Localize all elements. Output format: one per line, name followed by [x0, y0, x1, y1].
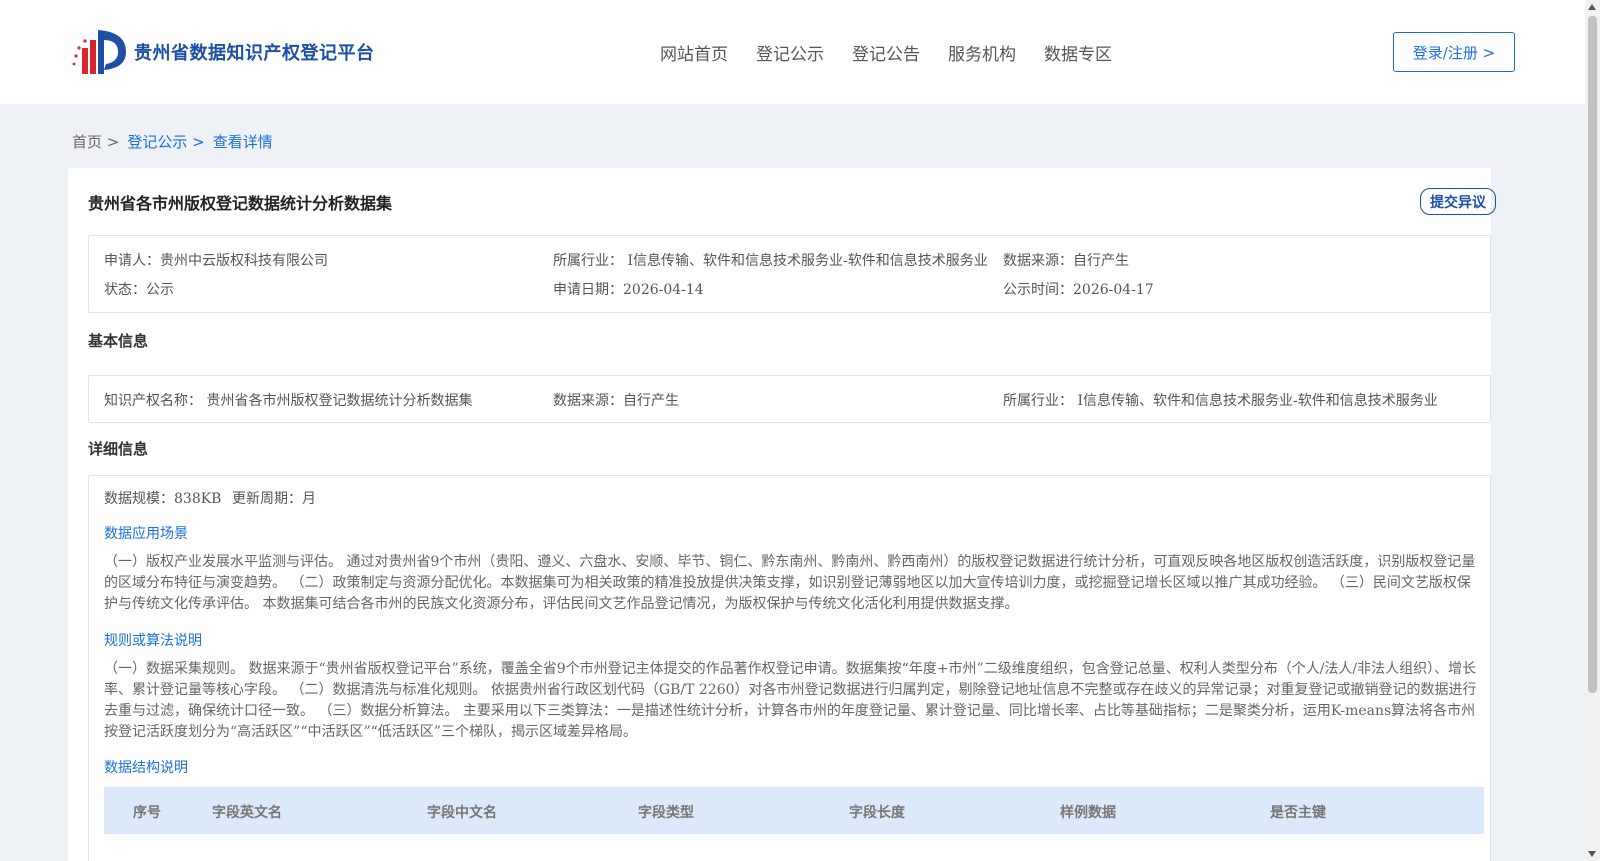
- nav-service-agencies[interactable]: 服务机构: [948, 40, 1016, 65]
- submit-objection-button[interactable]: 提交异议: [1420, 188, 1496, 215]
- publish-date-field: 公示时间：2026-04-17: [1003, 282, 1154, 298]
- breadcrumb-home[interactable]: 首页 >: [72, 131, 119, 152]
- page-scrollbar[interactable]: [1585, 0, 1600, 861]
- site-logo[interactable]: 贵州省数据知识产权登记平台: [70, 26, 375, 78]
- scroll-up-icon[interactable]: [1588, 4, 1596, 10]
- basic-info-panel: 知识产权名称： 贵州省各市州版权登记数据统计分析数据集 数据来源：自行产生 所属…: [88, 375, 1491, 423]
- detail-info-panel: 数据规模：838KB 更新周期：月 数据应用场景 （一）版权产业发展水平监测与评…: [88, 475, 1491, 861]
- structure-table-header: 序号 字段英文名 字段中文名 字段类型 字段长度 样例数据 是否主键: [104, 787, 1484, 834]
- basic-source-field: 数据来源：自行产生: [553, 393, 679, 409]
- industry-field: 所属行业： I信息传输、软件和信息技术服务业-软件和信息技术服务业: [553, 253, 988, 269]
- scenario-heading: 数据应用场景: [104, 526, 188, 542]
- scroll-down-icon[interactable]: [1588, 851, 1596, 857]
- rules-heading: 规则或算法说明: [104, 633, 202, 649]
- data-scale-field: 数据规模：838KB: [104, 491, 222, 507]
- login-register-button[interactable]: 登录/注册 >: [1393, 32, 1515, 72]
- rules-text: （一）数据采集规则。 数据来源于“贵州省版权登记平台”系统，覆盖全省9个市州登记…: [104, 661, 1477, 740]
- breadcrumb-current: 查看详情: [212, 133, 273, 151]
- column-header: 字段中文名: [427, 805, 497, 821]
- column-header: 字段类型: [638, 805, 694, 821]
- column-header: 字段英文名: [212, 805, 282, 821]
- breadcrumb-publicity[interactable]: 登记公示 >: [127, 131, 204, 152]
- status-field: 状态：公示: [104, 282, 174, 298]
- logo-icon: [72, 30, 126, 74]
- site-name: 贵州省数据知识产权登记平台: [134, 43, 375, 64]
- summary-panel: 申请人：贵州中云版权科技有限公司 所属行业： I信息传输、软件和信息技术服务业-…: [88, 235, 1491, 313]
- nav-home[interactable]: 网站首页: [660, 40, 728, 65]
- column-header: 是否主键: [1270, 805, 1326, 821]
- scroll-thumb[interactable]: [1588, 16, 1597, 693]
- column-header: 字段长度: [849, 805, 905, 821]
- site-header: 贵州省数据知识产权登记平台 网站首页 登记公示 登记公告 服务机构 数据专区 登…: [0, 0, 1585, 104]
- basic-industry-field: 所属行业： I信息传输、软件和信息技术服务业-软件和信息技术服务业: [1003, 393, 1438, 409]
- nav-publicity[interactable]: 登记公示: [756, 40, 824, 65]
- nav-data-zone[interactable]: 数据专区: [1044, 40, 1112, 65]
- detail-card: 贵州省各市州版权登记数据统计分析数据集 提交异议 申请人：贵州中云版权科技有限公…: [68, 168, 1496, 861]
- applicant-field: 申请人：贵州中云版权科技有限公司: [104, 253, 328, 269]
- update-cycle-field: 更新周期：月: [232, 491, 316, 507]
- scenario-text: （一）版权产业发展水平监测与评估。 通过对贵州省9个市州（贵阳、遵义、六盘水、安…: [104, 554, 1476, 612]
- structure-heading: 数据结构说明: [104, 760, 188, 776]
- detail-info-heading: 详细信息: [88, 440, 149, 458]
- source-field: 数据来源：自行产生: [1003, 253, 1129, 269]
- column-header: 样例数据: [1060, 805, 1116, 821]
- main-nav: 网站首页 登记公示 登记公告 服务机构 数据专区: [660, 40, 1112, 65]
- apply-date-field: 申请日期：2026-04-14: [553, 282, 704, 298]
- column-header: 序号: [133, 805, 161, 821]
- nav-announcement[interactable]: 登记公告: [852, 40, 920, 65]
- page-title: 贵州省各市州版权登记数据统计分析数据集: [88, 194, 393, 213]
- basic-info-heading: 基本信息: [88, 332, 149, 350]
- breadcrumb: 首页 > 登记公示 > 查看详情: [72, 131, 273, 152]
- ip-name-field: 知识产权名称： 贵州省各市州版权登记数据统计分析数据集: [104, 393, 473, 409]
